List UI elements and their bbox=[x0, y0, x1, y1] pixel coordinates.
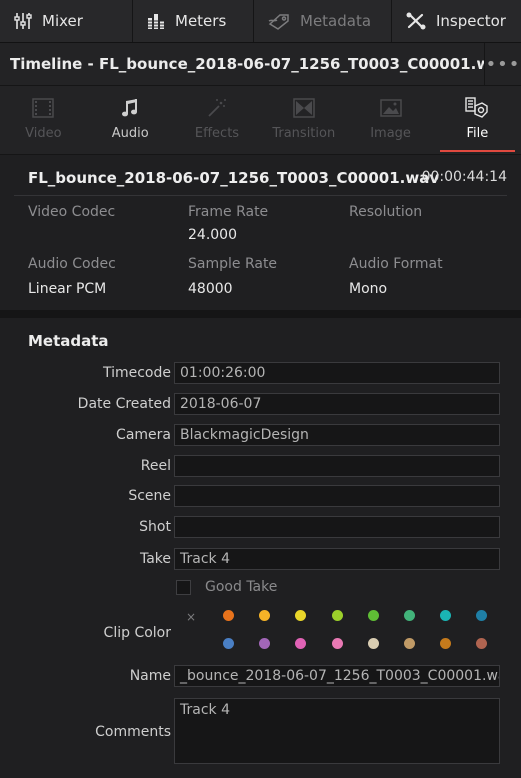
clip-color-swatch[interactable] bbox=[404, 638, 415, 649]
subtab-video-label: Video bbox=[25, 126, 62, 141]
metadata-icon bbox=[268, 12, 290, 30]
mixer-icon bbox=[14, 12, 32, 30]
meters-icon bbox=[147, 12, 165, 30]
clip-color-swatch[interactable] bbox=[476, 610, 488, 621]
transition-icon bbox=[293, 96, 315, 120]
reel-label: Reel bbox=[140, 458, 171, 474]
scene-field[interactable] bbox=[174, 485, 500, 507]
clip-color-none-button[interactable]: × bbox=[186, 610, 196, 624]
tab-inspector[interactable]: Inspector bbox=[392, 0, 521, 42]
effects-icon bbox=[206, 96, 228, 120]
audio-format-value: Mono bbox=[349, 281, 388, 297]
camera-field[interactable]: BlackmagicDesign bbox=[174, 424, 500, 446]
subtab-effects[interactable]: Effects bbox=[174, 86, 261, 154]
video-icon bbox=[32, 96, 55, 120]
audio-codec-label: Audio Codec bbox=[28, 256, 116, 272]
date-created-label: Date Created bbox=[77, 396, 171, 412]
file-name: FL_bounce_2018-06-07_1256_T0003_C00001.w… bbox=[28, 169, 440, 187]
clip-color-swatch[interactable] bbox=[331, 638, 343, 649]
clip-color-swatch[interactable] bbox=[440, 638, 452, 649]
timeline-title-bar: Timeline - FL_bounce_2018-06-07_1256_T00… bbox=[0, 43, 521, 86]
subtab-audio[interactable]: Audio bbox=[87, 86, 174, 154]
file-info-divider bbox=[14, 195, 507, 196]
tab-metadata[interactable]: Metadata bbox=[254, 0, 392, 42]
audio-icon bbox=[121, 96, 139, 120]
tab-mixer[interactable]: Mixer bbox=[0, 0, 133, 42]
subtab-image[interactable]: Image bbox=[347, 86, 434, 154]
subtab-transition-label: Transition bbox=[272, 126, 336, 141]
date-created-field[interactable]: 2018-06-07 bbox=[174, 393, 500, 415]
timecode-field[interactable]: 01:00:26:00 bbox=[174, 362, 500, 384]
comments-field[interactable]: Track 4 bbox=[174, 698, 500, 764]
comments-label: Comments bbox=[95, 724, 171, 740]
take-field[interactable]: Track 4 bbox=[174, 548, 500, 570]
timeline-title: Timeline - FL_bounce_2018-06-07_1256_T00… bbox=[10, 55, 484, 73]
clip-color-label: Clip Color bbox=[103, 625, 171, 641]
clip-color-swatch[interactable] bbox=[295, 638, 307, 649]
metadata-section: Metadata Timecode 01:00:26:00 Date Creat… bbox=[0, 318, 521, 778]
clip-color-swatch[interactable] bbox=[404, 610, 415, 621]
tab-inspector-label: Inspector bbox=[436, 12, 506, 30]
name-label: Name bbox=[129, 668, 171, 684]
frame-rate-label: Frame Rate bbox=[188, 204, 269, 220]
image-icon bbox=[379, 96, 402, 120]
subtab-audio-label: Audio bbox=[111, 126, 149, 141]
file-duration: 00:00:44:14 bbox=[421, 169, 507, 185]
subtab-image-label: Image bbox=[370, 126, 411, 141]
clip-color-swatch[interactable] bbox=[476, 638, 488, 649]
clip-color-swatch[interactable] bbox=[259, 638, 271, 649]
name-field[interactable]: _bounce_2018-06-07_1256_T0003_C00001.wav bbox=[174, 665, 500, 687]
clip-color-swatch[interactable] bbox=[367, 610, 379, 621]
clip-color-swatch[interactable] bbox=[223, 610, 234, 621]
tab-mixer-label: Mixer bbox=[42, 12, 83, 30]
section-divider bbox=[0, 310, 521, 318]
inspector-icon bbox=[406, 12, 426, 30]
tab-metadata-label: Metadata bbox=[300, 12, 372, 30]
shot-label: Shot bbox=[139, 519, 171, 535]
subtab-transition[interactable]: Transition bbox=[260, 86, 347, 154]
clip-color-swatch[interactable] bbox=[367, 638, 379, 649]
file-info-section: FL_bounce_2018-06-07_1256_T0003_C00001.w… bbox=[0, 155, 521, 309]
shot-field[interactable] bbox=[174, 516, 500, 538]
clip-color-swatch[interactable] bbox=[440, 610, 452, 621]
clip-color-swatch[interactable] bbox=[331, 610, 343, 621]
timecode-label: Timecode bbox=[102, 365, 171, 381]
frame-rate-value: 24.000 bbox=[188, 227, 237, 243]
reel-field[interactable] bbox=[174, 455, 500, 477]
subtab-effects-label: Effects bbox=[194, 126, 240, 141]
clip-color-swatch[interactable] bbox=[295, 610, 307, 621]
take-label: Take bbox=[139, 551, 171, 567]
tab-meters[interactable]: Meters bbox=[133, 0, 254, 42]
panel-tab-bar: Mixer Meters Metadata Inspector bbox=[0, 0, 521, 43]
video-codec-label: Video Codec bbox=[28, 204, 116, 220]
subtab-file[interactable]: File bbox=[434, 86, 521, 154]
sample-rate-value: 48000 bbox=[188, 281, 233, 297]
inspector-sub-tabs: Video Audio Effects Transition Image Fil… bbox=[0, 86, 521, 155]
good-take-label: Good Take bbox=[205, 579, 278, 595]
clip-color-swatch[interactable] bbox=[259, 610, 271, 621]
clip-color-swatch[interactable] bbox=[223, 638, 234, 649]
audio-format-label: Audio Format bbox=[349, 256, 443, 272]
more-options-button[interactable]: ••• bbox=[484, 43, 521, 85]
audio-codec-value: Linear PCM bbox=[28, 281, 107, 297]
good-take-checkbox[interactable] bbox=[176, 580, 191, 595]
subtab-file-label: File bbox=[466, 126, 489, 141]
sample-rate-label: Sample Rate bbox=[188, 256, 278, 272]
file-icon bbox=[465, 96, 489, 120]
camera-label: Camera bbox=[116, 427, 171, 443]
resolution-label: Resolution bbox=[349, 204, 423, 220]
scene-label: Scene bbox=[128, 488, 171, 504]
subtab-video[interactable]: Video bbox=[0, 86, 87, 154]
tab-meters-label: Meters bbox=[175, 12, 227, 30]
metadata-title: Metadata bbox=[28, 332, 109, 350]
